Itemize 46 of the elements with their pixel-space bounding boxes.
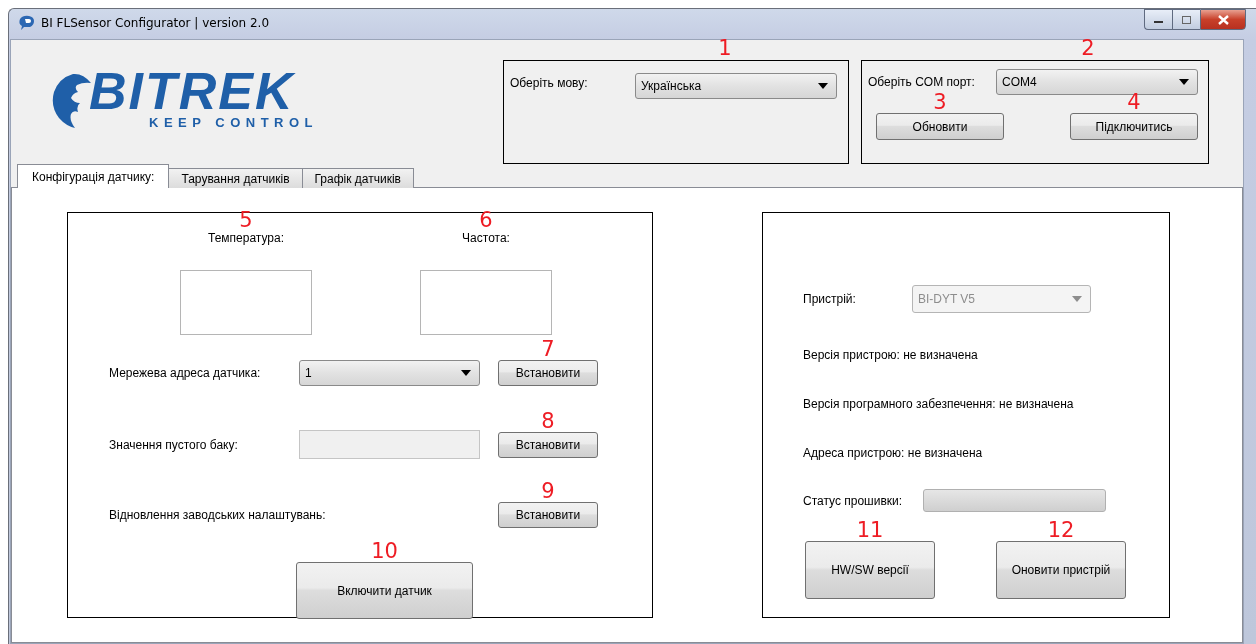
setting-label: Значення пустого баку: (109, 437, 239, 452)
info-text: Адреса пристрою: не визначена (803, 446, 984, 460)
annotation-number: 6 (479, 209, 493, 231)
caret-icon (1071, 296, 1082, 302)
caret-icon (461, 369, 471, 376)
window-title: BI FLSensor Configurator | version 2.0 (41, 16, 270, 30)
logo-tagline: KEEP CONTROL (149, 115, 319, 131)
readout-label: Температура: (208, 231, 284, 245)
annotation-number: 8 (541, 409, 555, 432)
maximize-button[interactable] (1172, 9, 1200, 30)
annotation-number: 9 (541, 479, 555, 502)
firmware-status-label: Статус прошивки: (803, 493, 903, 508)
annotation-number: 2 (1081, 37, 1095, 59)
tab[interactable]: Графік датчиків (301, 168, 414, 188)
language-label: Оберіть мову: (510, 76, 589, 90)
readout-label: Частота: (462, 231, 510, 245)
set-button[interactable]: Встановити (498, 359, 598, 386)
annotation-number: 1 (718, 37, 732, 59)
annotation-number: 11 (856, 519, 884, 541)
close-button[interactable] (1200, 9, 1246, 30)
annotation-number: 3 (933, 91, 947, 113)
annotation-number: 10 (371, 540, 398, 562)
setting-label: Відновлення заводських налаштувань: (109, 507, 327, 522)
info-text: Версія пристрою: не визначена (803, 348, 979, 362)
com-port-label: Оберіть COM порт: (868, 75, 976, 89)
logo-wordmark: BITREK (89, 67, 296, 115)
tab[interactable]: Конфігурація датчику: (17, 164, 170, 188)
annotation-number: 5 (239, 209, 253, 231)
close-icon (1217, 14, 1229, 25)
set-button[interactable]: Встановити (498, 501, 598, 528)
toolbar-button[interactable]: Підключитись (1070, 113, 1198, 140)
device-label: Пристрій: (803, 292, 856, 306)
caret-icon (818, 83, 828, 89)
setting-label: Мережева адреса датчика: (109, 365, 262, 380)
tab[interactable]: Тарування датчиків (168, 168, 303, 188)
info-text: Версія програмного забезпечення: не визначена (803, 397, 1075, 411)
maximize-icon (1182, 15, 1191, 24)
app-icon (17, 15, 35, 31)
annotation-number: 7 (541, 337, 555, 360)
annotation-number: 12 (1047, 519, 1075, 541)
toolbar-button[interactable]: Обновити (876, 113, 1004, 140)
enable-sensor-button[interactable]: Включити датчик (296, 562, 473, 619)
caret-icon (1179, 79, 1189, 85)
minimize-button[interactable] (1144, 9, 1172, 30)
address-dropdown[interactable]: 1 (299, 359, 480, 386)
language-dropdown[interactable]: Українська (635, 73, 837, 99)
